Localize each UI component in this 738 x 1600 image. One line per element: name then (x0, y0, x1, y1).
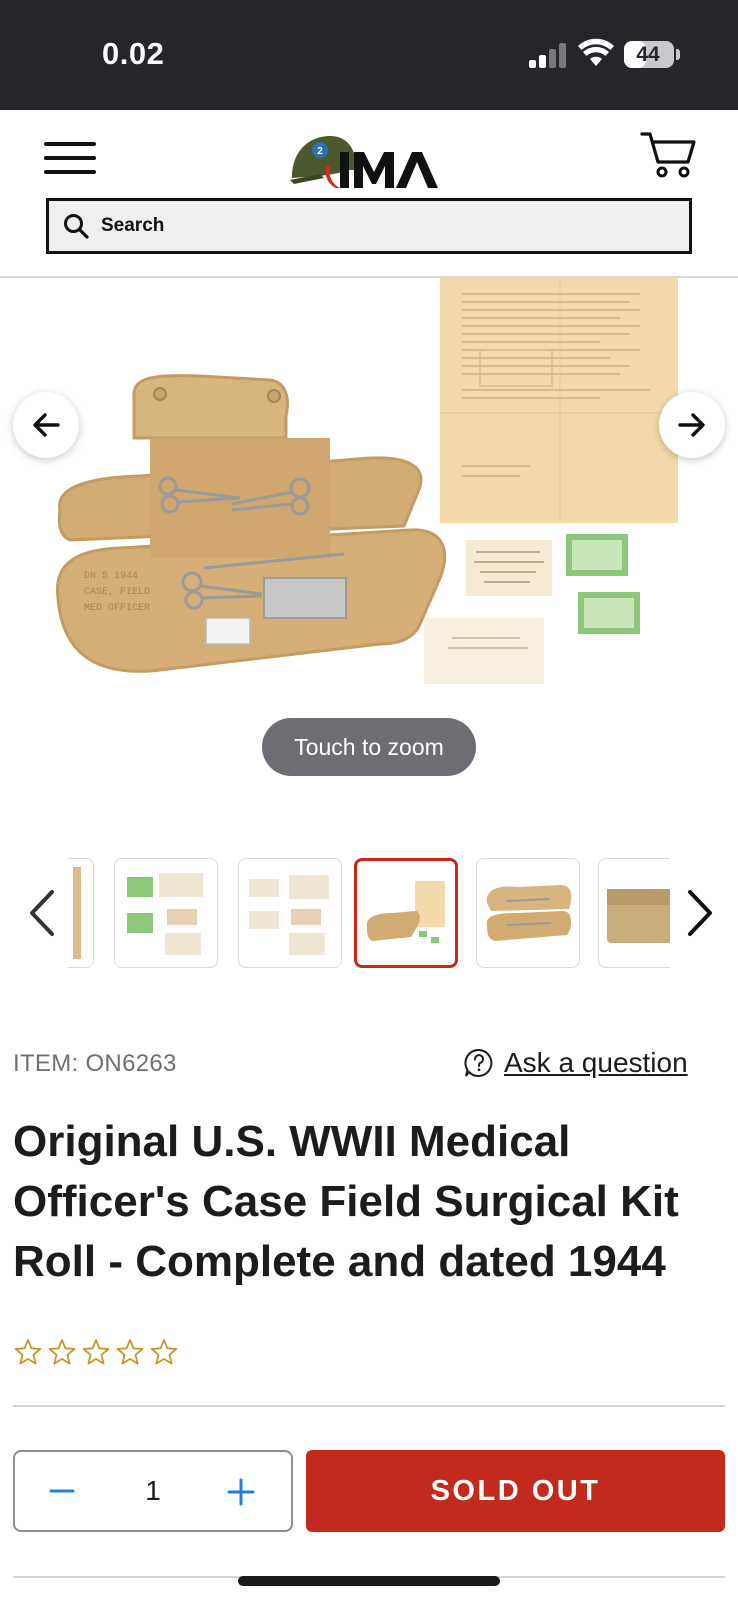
minus-icon (49, 1489, 75, 1493)
product-image[interactable]: DN 5 1944 CASE, FIELD MED OFFICER (0, 278, 738, 718)
sold-out-button[interactable]: SOLD OUT (306, 1450, 725, 1532)
thumbnail-active[interactable] (354, 858, 458, 968)
gallery-prev-button[interactable] (13, 392, 79, 458)
item-code: ITEM: ON6263 (13, 1050, 177, 1077)
gallery-next-button[interactable] (659, 392, 725, 458)
quantity-increase-button[interactable] (203, 1452, 283, 1530)
hamburger-menu-icon[interactable] (44, 138, 96, 178)
star-outline-icon (150, 1339, 178, 1365)
battery-percent: 44 (636, 43, 660, 66)
search-input[interactable] (101, 201, 671, 251)
battery-icon: 44 (624, 41, 674, 68)
svg-text:DN 5 1944: DN 5 1944 (84, 571, 138, 582)
search-icon (64, 214, 89, 239)
arrow-right-icon (678, 413, 705, 437)
thumbnail[interactable] (68, 858, 94, 968)
battery-tip (676, 49, 680, 60)
thumbnail-strip (0, 856, 738, 972)
ima-logo[interactable]: 2 (290, 126, 450, 192)
status-bar: 0.02 44 (0, 0, 738, 110)
shopping-cart-icon[interactable] (640, 130, 696, 180)
plus-icon (227, 1478, 255, 1506)
touch-to-zoom-hint: Touch to zoom (262, 718, 476, 776)
ask-a-question-label[interactable]: Ask a question (504, 1047, 688, 1079)
star-outline-icon (82, 1339, 110, 1365)
svg-text:MED OFFICER: MED OFFICER (84, 603, 150, 614)
thumbnail-prev-chevron-icon[interactable] (22, 886, 62, 940)
arrow-left-icon (33, 413, 60, 437)
thumbnail-window (68, 856, 670, 972)
svg-text:2: 2 (317, 146, 323, 157)
quantity-stepper (13, 1450, 293, 1532)
site-header: 2 (0, 110, 738, 278)
star-outline-icon (116, 1339, 144, 1365)
star-outline-icon (14, 1339, 42, 1365)
search-bar[interactable] (46, 198, 692, 254)
divider (13, 1405, 725, 1407)
product-page: 0.02 44 2 Search DN 5 1944 CASE, FIELD M… (0, 0, 738, 1600)
thumbnail[interactable] (476, 858, 580, 968)
thumbnail[interactable] (114, 858, 218, 968)
cellular-signal-icon (529, 42, 567, 68)
thumbnail[interactable] (238, 858, 342, 968)
star-outline-icon (48, 1339, 76, 1365)
status-time: 0.02 (102, 36, 165, 71)
question-circle-icon (464, 1048, 493, 1077)
quantity-input[interactable] (111, 1452, 195, 1530)
product-gallery: DN 5 1944 CASE, FIELD MED OFFICER Touch … (0, 278, 738, 808)
svg-text:CASE, FIELD: CASE, FIELD (84, 587, 150, 598)
thumbnail-next-chevron-icon[interactable] (680, 886, 720, 940)
quantity-decrease-button[interactable] (23, 1452, 103, 1530)
thumbnail[interactable] (598, 858, 670, 968)
wifi-icon (578, 38, 614, 66)
product-title: Original U.S. WWII Medical Officer's Cas… (13, 1117, 679, 1286)
home-indicator[interactable] (238, 1576, 500, 1586)
